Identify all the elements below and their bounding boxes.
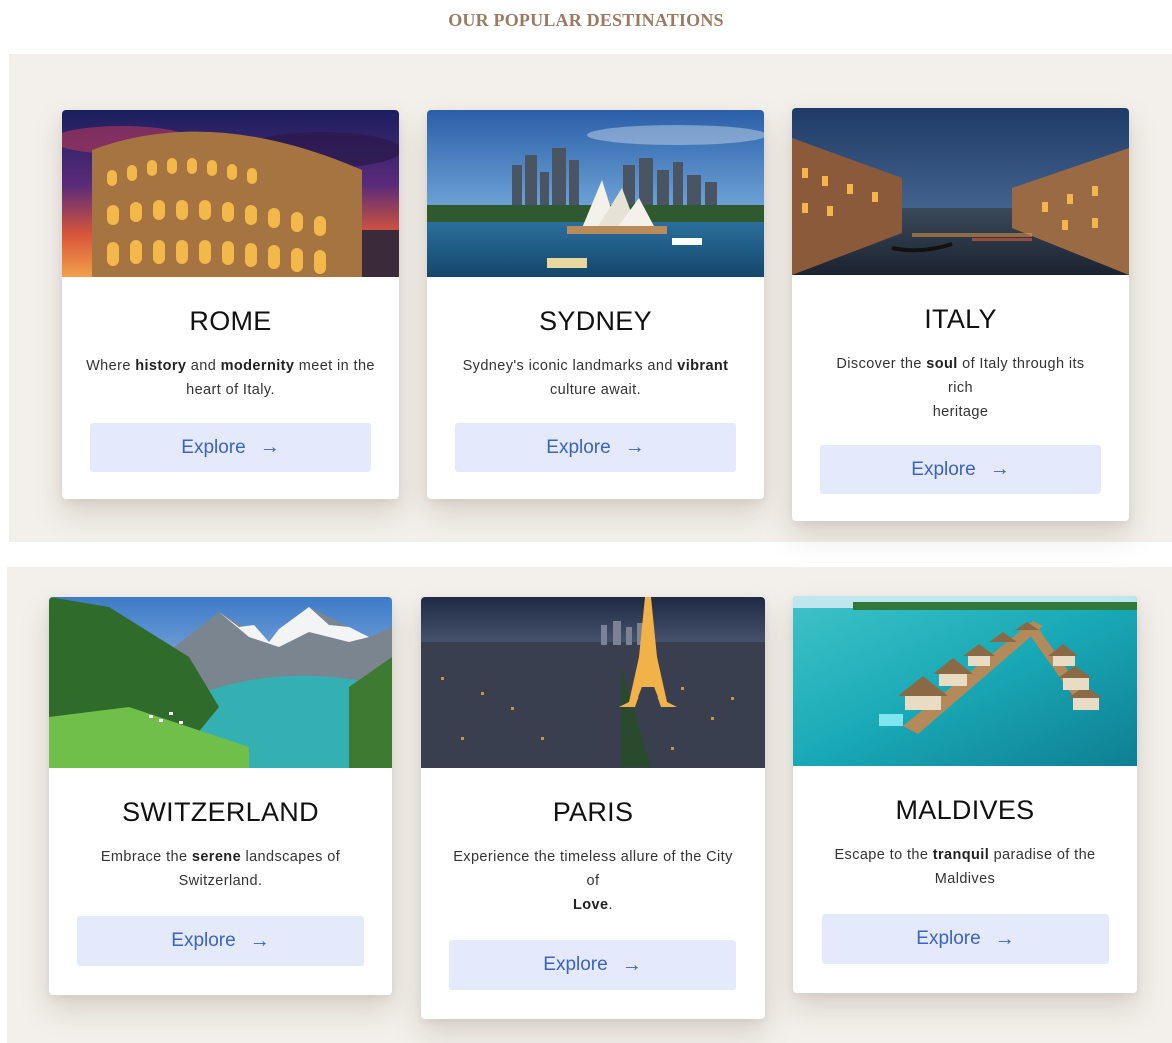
description-emphasis: Love [573, 897, 609, 913]
card-description: Escape to the tranquil paradise of the M… [820, 843, 1110, 891]
card-title: MALDIVES [895, 795, 1035, 825]
sydney-harbour-image [427, 110, 764, 277]
description-text: . [608, 897, 613, 913]
explore-label: Explore [916, 928, 981, 949]
description-text: Embrace the [100, 849, 192, 865]
explore-label: Explore [171, 930, 236, 951]
swiss-lake-image [49, 597, 392, 768]
card-title: ROME [189, 306, 272, 336]
destination-card-rome: ROME Where history and modernity meet in… [62, 110, 399, 499]
description-emphasis: soul [926, 356, 958, 372]
destination-card-italy: ITALY Discover the soul of Italy through… [792, 108, 1129, 521]
description-emphasis: serene [191, 849, 242, 865]
description-emphasis: vibrant [677, 358, 729, 374]
card-title: SYDNEY [539, 306, 652, 336]
arrow-right-icon: → [624, 436, 645, 458]
card-title: PARIS [552, 797, 634, 827]
description-text: of Italy through its rich [948, 356, 1085, 396]
description-text: and [186, 358, 221, 374]
explore-label: Explore [546, 436, 611, 458]
description-text: culture await. [549, 382, 642, 398]
description-emphasis: history [135, 358, 187, 374]
explore-button-maldives[interactable]: Explore → [822, 914, 1109, 964]
explore-button-sydney[interactable]: Explore → [455, 423, 736, 472]
venice-canal-image [792, 108, 1129, 275]
destination-card-switzerland: SWITZERLAND Embrace the serene landscape… [49, 597, 392, 995]
arrow-right-icon: → [621, 953, 642, 976]
paris-eiffel-image [421, 597, 765, 768]
explore-button-rome[interactable]: Explore → [90, 423, 371, 472]
destination-card-sydney: SYDNEY Sydney's iconic landmarks and vib… [427, 110, 764, 499]
description-text: Sydney's iconic landmarks and [462, 358, 678, 374]
explore-label: Explore [911, 458, 976, 480]
arrow-right-icon: → [989, 458, 1010, 480]
card-description: Experience the timeless allure of the Ci… [448, 845, 738, 917]
explore-button-paris[interactable]: Explore → [449, 940, 736, 990]
card-description: Where history and modernity meet in the … [86, 354, 376, 402]
destination-card-paris: PARIS Experience the timeless allure of … [421, 597, 765, 1019]
description-emphasis: modernity [220, 358, 295, 374]
description-text: Experience the timeless allure of the Ci… [453, 849, 733, 889]
arrow-right-icon: → [259, 436, 280, 458]
explore-button-italy[interactable]: Explore → [820, 445, 1101, 494]
explore-label: Explore [181, 436, 246, 458]
destination-card-maldives: MALDIVES Escape to the tranquil paradise… [793, 596, 1137, 993]
arrow-right-icon: → [994, 927, 1015, 950]
card-description: Embrace the serene landscapes of Switzer… [86, 845, 356, 893]
description-text: Discover the [836, 356, 927, 372]
rome-colosseum-image [62, 110, 399, 277]
description-text: Escape to the [834, 847, 933, 863]
maldives-bungalows-image [793, 596, 1137, 766]
description-emphasis: tranquil [932, 847, 990, 863]
arrow-right-icon: → [249, 929, 270, 952]
card-description: Discover the soul of Italy through its r… [826, 352, 1096, 424]
card-title: SWITZERLAND [122, 797, 319, 827]
explore-label: Explore [543, 954, 608, 975]
section-title: OUR POPULAR DESTINATIONS [448, 10, 724, 30]
card-title: ITALY [924, 304, 997, 334]
description-text: Where [86, 358, 136, 374]
description-text: heritage [932, 404, 989, 420]
explore-button-switzerland[interactable]: Explore → [77, 916, 364, 966]
card-description: Sydney's iconic landmarks and vibrant cu… [446, 354, 746, 402]
